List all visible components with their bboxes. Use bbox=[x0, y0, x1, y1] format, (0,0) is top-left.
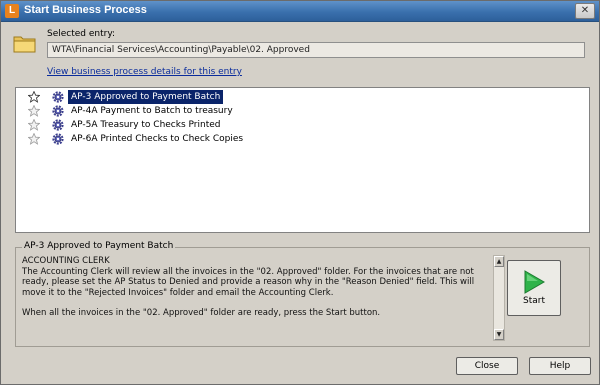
star-icon[interactable] bbox=[28, 91, 40, 103]
list-item-label: AP-4A Payment to Batch to treasury bbox=[71, 106, 233, 116]
gear-icon bbox=[52, 105, 64, 117]
list-item[interactable]: AP-6A Printed Checks to Check Copies bbox=[16, 132, 316, 146]
start-button[interactable]: Start bbox=[507, 260, 561, 316]
description-scrollbar[interactable]: ▲ ▼ bbox=[493, 255, 505, 341]
star-icon[interactable] bbox=[28, 105, 40, 117]
close-button[interactable]: Close bbox=[456, 357, 518, 375]
start-business-process-dialog: L Start Business Process ✕ Selected entr… bbox=[0, 0, 600, 385]
window-title: Start Business Process bbox=[24, 4, 147, 16]
list-item[interactable]: AP-5A Treasury to Checks Printed bbox=[16, 118, 316, 132]
description-role: ACCOUNTING CLERK bbox=[22, 256, 110, 266]
gear-icon bbox=[52, 133, 64, 145]
folder-icon bbox=[13, 36, 36, 53]
list-item-label: AP-6A Printed Checks to Check Copies bbox=[71, 134, 244, 144]
description-footer: When all the invoices in the "02. Approv… bbox=[22, 308, 381, 318]
close-icon[interactable]: ✕ bbox=[575, 3, 595, 19]
description-text: ACCOUNTING CLERK The Accounting Clerk wi… bbox=[22, 256, 492, 340]
play-icon bbox=[524, 270, 545, 294]
title-bar[interactable]: L Start Business Process ✕ bbox=[1, 1, 599, 22]
process-description-group: AP-3 Approved to Payment Batch ACCOUNTIN… bbox=[15, 241, 590, 347]
list-item[interactable]: AP-3 Approved to Payment Batch bbox=[16, 90, 316, 104]
business-process-list[interactable]: AP-3 Approved to Payment Batch AP-4A Pay… bbox=[15, 87, 590, 233]
view-details-link[interactable]: View business process details for this e… bbox=[47, 67, 242, 77]
selected-entry-label: Selected entry: bbox=[47, 29, 116, 39]
description-title: AP-3 Approved to Payment Batch bbox=[22, 241, 176, 251]
app-icon: L bbox=[5, 4, 19, 18]
help-button[interactable]: Help bbox=[529, 357, 591, 375]
list-item-label: AP-5A Treasury to Checks Printed bbox=[71, 120, 221, 130]
start-button-label: Start bbox=[523, 296, 545, 306]
description-body: The Accounting Clerk will review all the… bbox=[22, 266, 475, 298]
scroll-up-icon[interactable]: ▲ bbox=[494, 256, 504, 267]
star-icon[interactable] bbox=[28, 133, 40, 145]
list-item-label: AP-3 Approved to Payment Batch bbox=[68, 90, 224, 104]
gear-icon bbox=[52, 119, 64, 131]
star-icon[interactable] bbox=[28, 119, 40, 131]
gear-icon bbox=[52, 91, 64, 103]
scroll-down-icon[interactable]: ▼ bbox=[494, 329, 504, 340]
selected-entry-field: WTA\Financial Services\Accounting\Payabl… bbox=[47, 42, 585, 58]
list-item[interactable]: AP-4A Payment to Batch to treasury bbox=[16, 104, 316, 118]
